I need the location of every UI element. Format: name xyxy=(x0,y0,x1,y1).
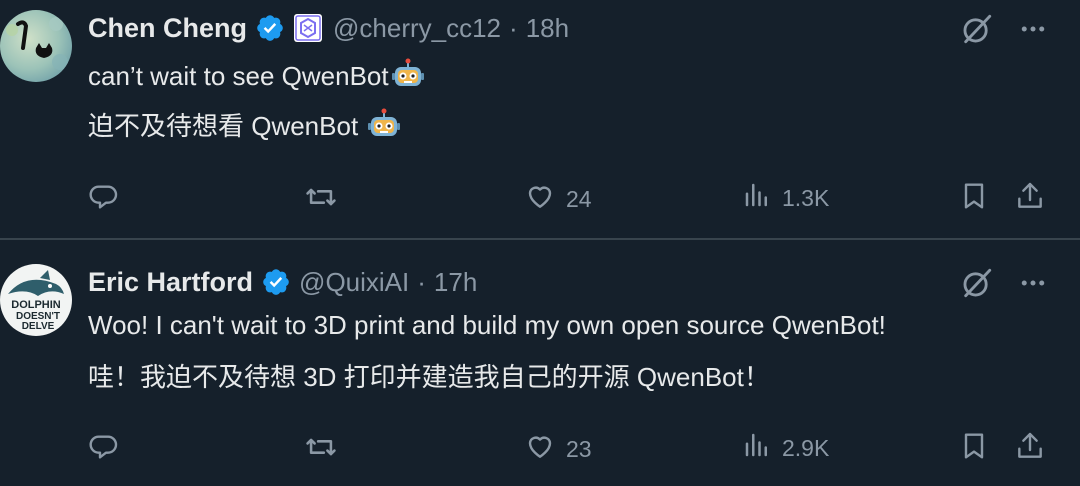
like-count: 24 xyxy=(566,185,592,212)
views-icon xyxy=(742,430,772,466)
separator-dot: · xyxy=(509,12,518,43)
verified-badge-icon xyxy=(261,267,291,297)
author-name[interactable]: Chen Cheng xyxy=(88,13,247,44)
author-name[interactable]: Eric Hartford xyxy=(88,267,253,298)
avatar[interactable]: DOLPHIN DOESN'T DELVE xyxy=(0,264,72,336)
retweet-button[interactable] xyxy=(304,180,338,220)
tweet-text: can’t wait to see QwenBot xyxy=(88,61,389,91)
reply-icon xyxy=(88,430,120,468)
reply-button[interactable] xyxy=(88,430,120,468)
views-icon xyxy=(742,180,772,216)
retweet-icon xyxy=(304,180,338,220)
tweet[interactable]: DOLPHIN DOESN'T DELVE Eric Hartford @Qui… xyxy=(0,240,1080,486)
view-count: 2.9K xyxy=(782,434,830,461)
like-icon xyxy=(524,430,556,468)
bookmark-button[interactable] xyxy=(958,430,990,468)
author-handle[interactable]: @QuixiAI xyxy=(299,267,409,298)
tweet-text: 迫不及待想看 QwenBot xyxy=(88,111,359,141)
verified-badge-icon xyxy=(255,13,285,43)
tweet-text: Woo! I can't wait to 3D print and build … xyxy=(88,310,886,340)
more-icon[interactable] xyxy=(1018,268,1048,303)
reply-icon xyxy=(88,180,120,218)
tweet-top-actions xyxy=(960,12,1048,51)
timestamp[interactable]: 18h xyxy=(526,13,569,44)
retweet-icon xyxy=(304,430,338,470)
grok-icon[interactable] xyxy=(960,12,994,51)
author-handle[interactable]: @cherry_cc12 xyxy=(333,13,501,44)
like-icon xyxy=(524,180,556,218)
action-bar: 23 2.9K xyxy=(0,430,1080,470)
bookmark-button[interactable] xyxy=(958,180,990,218)
robot-emoji-icon xyxy=(367,107,401,141)
tweet-text: 哇！我迫不及待想 3D 打印并建造我自己的开源 QwenBot！ xyxy=(88,362,770,392)
views-button[interactable]: 1.3K xyxy=(742,180,829,216)
grok-icon[interactable] xyxy=(960,266,994,305)
timestamp[interactable]: 17h xyxy=(434,267,477,298)
like-button[interactable]: 23 xyxy=(524,430,592,468)
bookmark-icon xyxy=(958,180,990,218)
like-button[interactable]: 24 xyxy=(524,180,592,218)
tweet-text-line: 迫不及待想看 QwenBot xyxy=(88,107,401,143)
reply-button[interactable] xyxy=(88,180,120,218)
separator-dot: · xyxy=(417,266,426,297)
share-button[interactable] xyxy=(1014,430,1046,468)
bookmark-icon xyxy=(958,430,990,468)
retweet-button[interactable] xyxy=(304,430,338,470)
views-button[interactable]: 2.9K xyxy=(742,430,829,466)
avatar-text-3: DELVE xyxy=(22,321,55,332)
avatar-text-1: DOLPHIN xyxy=(11,299,61,311)
tweet-top-actions xyxy=(960,266,1048,305)
avatar[interactable] xyxy=(0,10,72,82)
share-icon xyxy=(1014,180,1046,218)
share-button[interactable] xyxy=(1014,180,1046,218)
robot-emoji-icon xyxy=(391,57,425,91)
more-icon[interactable] xyxy=(1018,14,1048,49)
affiliation-badge-icon[interactable] xyxy=(293,13,323,43)
like-count: 23 xyxy=(566,435,592,462)
action-bar: 24 1.3K xyxy=(0,180,1080,220)
view-count: 1.3K xyxy=(782,184,830,211)
tweet-text-line: can’t wait to see QwenBot xyxy=(88,57,425,93)
share-icon xyxy=(1014,430,1046,468)
tweet[interactable]: Chen Cheng @cherry_cc12 · 18h can’t wait… xyxy=(0,0,1080,238)
